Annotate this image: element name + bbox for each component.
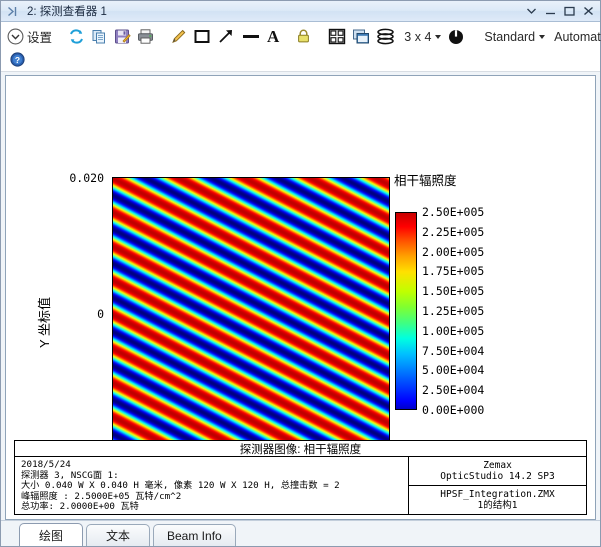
tab-label: 绘图: [38, 528, 63, 543]
info-panel-right: Zemax OpticStudio 14.2 SP3 HPSF_Integrat…: [408, 457, 586, 514]
tab-label: Beam Info: [167, 528, 222, 543]
chevron-down-circle-icon: [7, 28, 24, 45]
tab-3[interactable]: Beam Info: [153, 524, 236, 546]
window-icon[interactable]: [349, 26, 373, 48]
grid-icon[interactable]: [325, 26, 349, 48]
text-icon[interactable]: A: [264, 26, 282, 48]
window-controls: [522, 3, 598, 20]
colorbar-gradient: [395, 212, 417, 410]
colorbar-tick-label: 1.75E+005: [422, 264, 485, 279]
colorbar-tick-label: 2.50E+004: [422, 383, 485, 398]
info-panel: 探测器图像: 相干辐照度 2018/5/24 探测器 3, NSCG面 1: 大小 …: [14, 440, 587, 515]
window-title: 2: 探测查看器 1: [27, 6, 107, 18]
colorbar-tick-label: 7.50E+004: [422, 343, 485, 358]
style-dropdown[interactable]: Standard: [478, 26, 548, 48]
help-icon[interactable]: ?: [7, 49, 28, 71]
arrow-icon[interactable]: [214, 26, 238, 48]
svg-text:?: ?: [15, 55, 20, 65]
chevron-down-icon: [435, 34, 442, 39]
refresh-icon[interactable]: [65, 26, 88, 48]
colorbar-tick-label: 2.00E+005: [422, 244, 485, 259]
colorbar-tick-label: 2.25E+005: [422, 224, 485, 239]
scale-label: Automatic: [554, 29, 601, 44]
minimize-button[interactable]: [541, 3, 560, 20]
colorbar-title: 相干辐照度: [394, 174, 457, 188]
tab-label: 文本: [105, 529, 130, 543]
copy-icon[interactable]: [88, 26, 111, 48]
scale-dropdown[interactable]: Automatic: [548, 26, 601, 48]
colorbar-tick-label: 2.50E+005: [422, 205, 485, 219]
tab-2[interactable]: 文本: [86, 524, 150, 546]
restore-arrow-icon[interactable]: [6, 5, 20, 18]
style-label: Standard: [484, 29, 536, 44]
file-name: HPSF_Integration.ZMX: [440, 489, 555, 500]
pencil-icon[interactable]: [167, 26, 190, 48]
fringe-pattern-canvas: [113, 178, 389, 447]
title-bar: 2: 探测查看器 1: [1, 1, 600, 22]
chevron-down-icon: [539, 34, 546, 39]
detector-viewer-window: 2: 探测查看器 1 设置 A 3 x 4 Standard Automat ?…: [0, 0, 601, 547]
close-button[interactable]: [579, 3, 598, 20]
info-panel-file: HPSF_Integration.ZMX 1的结构1: [409, 486, 586, 514]
toolbar: 设置 A 3 x 4 Standard Automat ?: [1, 22, 601, 72]
colorbar-tick-label: 1.00E+005: [422, 323, 485, 338]
tile-size-dropdown[interactable]: 3 x 4: [398, 26, 444, 48]
layers-icon[interactable]: [373, 26, 398, 48]
y-tick-label-top: 0.020: [69, 171, 104, 185]
y-axis-title: Y 坐标值: [37, 296, 52, 348]
info-panel-product: Zemax OpticStudio 14.2 SP3: [409, 457, 586, 486]
rectangle-icon[interactable]: [190, 26, 214, 48]
toolbar-row-main: 设置 A 3 x 4 Standard Automat: [4, 24, 601, 49]
save-icon[interactable]: [111, 26, 134, 48]
print-icon[interactable]: [134, 26, 157, 48]
tab-1[interactable]: 绘图: [19, 523, 83, 546]
info-line: 总功率: 2.0000E+00 瓦特: [21, 501, 139, 512]
info-line: 2018/5/24: [21, 459, 71, 470]
colorbar-tick-label: 1.25E+005: [422, 304, 485, 318]
plot-wrapper: 0.020 0 -0.020 -0.020 0 0.020 Y 坐标值 X 坐标…: [6, 76, 595, 519]
configuration-name: 1的结构1: [477, 500, 518, 511]
info-panel-header: 探测器图像: 相干辐照度: [15, 441, 586, 457]
colorbar-tick-label: 5.00E+004: [422, 363, 485, 378]
lock-icon[interactable]: [292, 26, 315, 48]
client-area: 0.020 0 -0.020 -0.020 0 0.020 Y 坐标值 X 坐标…: [1, 72, 600, 520]
tile-size-label: 3 x 4: [404, 29, 432, 44]
settings-label: 设置: [27, 31, 53, 45]
settings-dropdown[interactable]: 设置: [4, 26, 55, 48]
product-version: OpticStudio 14.2 SP3: [440, 471, 555, 482]
colorbar-tick-label: 1.50E+005: [422, 284, 485, 299]
info-panel-body: 2018/5/24 探测器 3, NSCG面 1: 大小 0.040 W X 0.0…: [15, 457, 586, 514]
info-panel-left-text: 2018/5/24 探测器 3, NSCG面 1: 大小 0.040 W X 0.0…: [15, 457, 408, 514]
info-line: 大小 0.040 W X 0.040 H 毫米, 像素 120 W X 120 …: [21, 480, 340, 491]
toolbar-row-help: ?: [4, 49, 597, 70]
heatmap-plot[interactable]: [112, 177, 390, 448]
plot-card: 0.020 0 -0.020 -0.020 0 0.020 Y 坐标值 X 坐标…: [5, 75, 596, 520]
line-icon[interactable]: [238, 26, 264, 48]
product-name: Zemax: [483, 460, 512, 471]
reset-icon[interactable]: [444, 26, 468, 48]
dropdown-icon[interactable]: [522, 3, 541, 20]
colorbar-tick-label: 0.00E+000: [422, 403, 485, 417]
bottom-tab-strip: 绘图 文本 Beam Info: [1, 520, 600, 546]
maximize-button[interactable]: [560, 3, 579, 20]
